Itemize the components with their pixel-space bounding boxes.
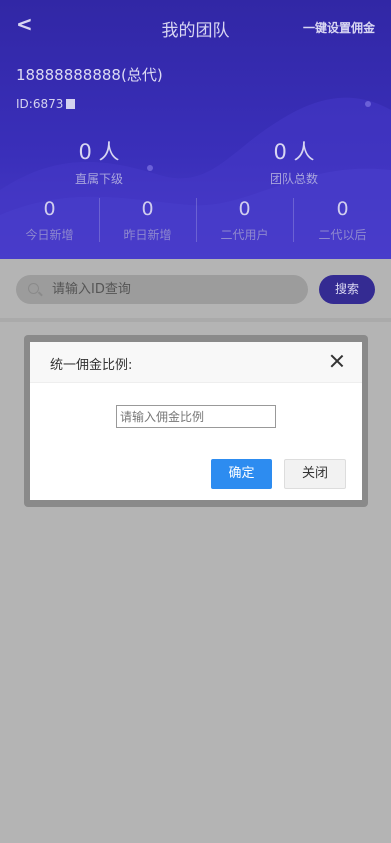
user-id: ID:6873 [16,97,64,111]
second-gen-value: 0 [238,198,251,220]
search-icon [28,283,39,294]
today-new-label: 今日新增 [25,228,74,242]
beyond-second-gen-label: 二代以后 [318,228,367,242]
close-icon[interactable] [330,354,344,368]
search-bar [16,275,308,304]
set-commission-button[interactable]: 一键设置佣金 [303,19,375,36]
search-button[interactable]: 搜索 [319,275,375,304]
commission-ratio-input[interactable] [116,405,276,428]
second-gen-label: 二代用户 [220,228,269,242]
section-divider [0,318,391,322]
yesterday-new-label: 昨日新增 [123,228,172,242]
team-total-label: 团队总数 [269,172,318,186]
confirm-button[interactable]: 确定 [211,459,272,489]
commission-dialog: 统一佣金比例: 确定 关闭 [30,342,362,500]
beyond-second-gen-stat: 0 二代以后 [294,198,391,243]
direct-subordinates-label: 直属下级 [74,172,123,186]
team-header: < 我的团队 一键设置佣金 18888888888(总代) ID:6873 0 … [0,0,391,259]
stats-row: 0 今日新增 0 昨日新增 0 二代用户 0 二代以后 [0,198,391,244]
user-id-row: ID:6873 [16,97,76,111]
team-total-value: 0 人 [273,140,315,164]
yesterday-new-value: 0 [141,198,154,220]
search-input[interactable] [52,275,302,304]
copy-icon[interactable] [66,99,76,109]
yesterday-new-stat: 0 昨日新增 [99,198,196,243]
today-new-stat: 0 今日新增 [1,198,98,243]
dialog-title: 统一佣金比例: [50,358,133,373]
direct-subordinates-stat: 0 人 直属下级 [39,136,159,187]
close-button[interactable]: 关闭 [284,459,346,489]
team-total-stat: 0 人 团队总数 [234,136,354,187]
user-name: 18888888888(总代) [16,66,163,84]
beyond-second-gen-value: 0 [336,198,349,220]
dialog-header: 统一佣金比例: [30,342,362,383]
today-new-value: 0 [43,198,56,220]
direct-subordinates-value: 0 人 [78,140,120,164]
top-bar: < 我的团队 一键设置佣金 [0,0,391,52]
second-gen-stat: 0 二代用户 [196,198,293,243]
